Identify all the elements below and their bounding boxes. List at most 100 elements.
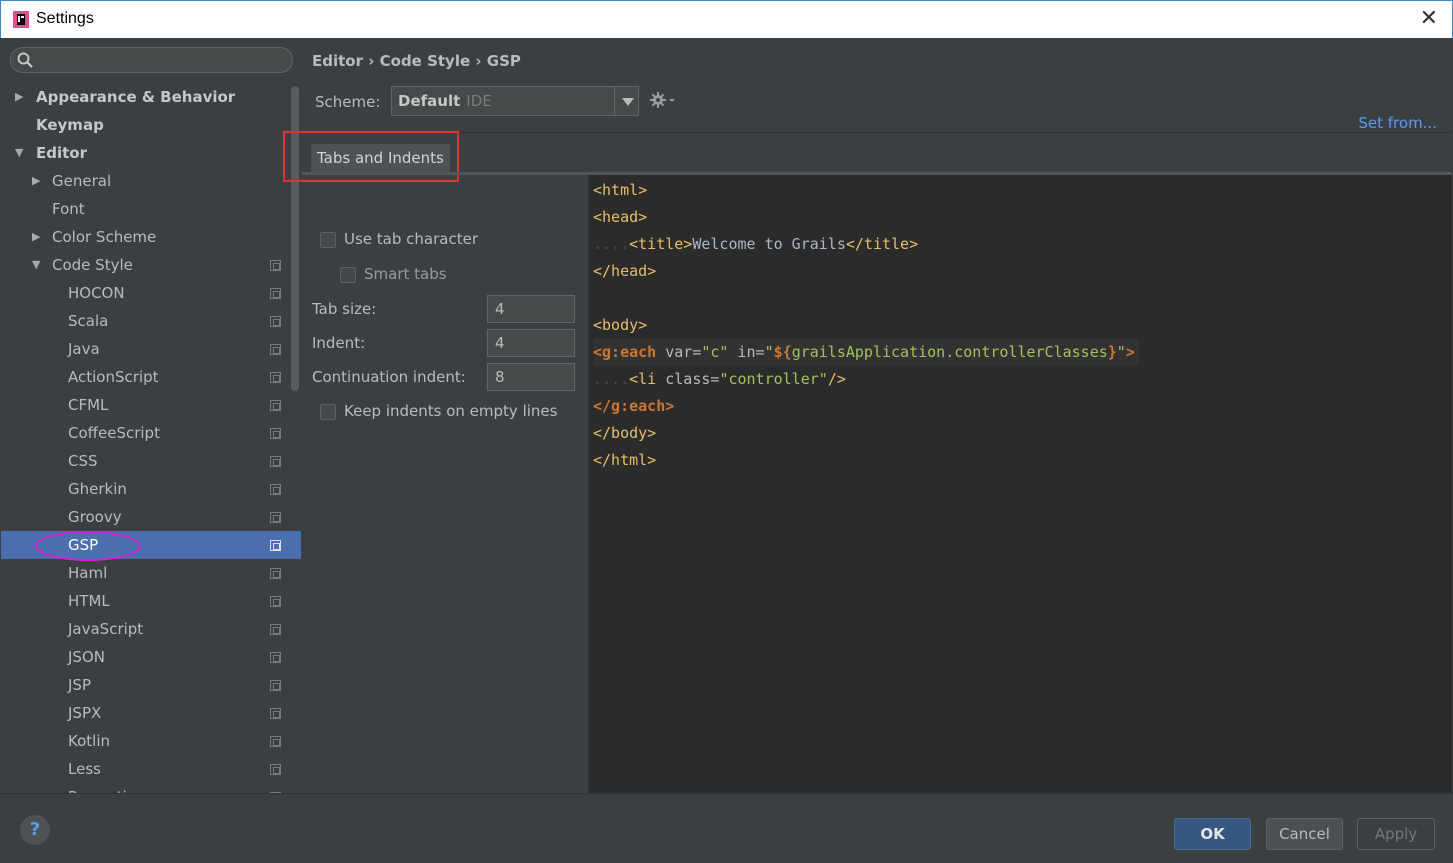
project-scheme-icon	[270, 428, 281, 439]
sidebar-item-label: Less	[68, 760, 101, 778]
sidebar-item-label: Properties	[68, 783, 144, 793]
scheme-label: Scheme:	[315, 93, 381, 111]
sidebar-item[interactable]: Less	[1, 755, 301, 783]
sidebar-item-label: JavaScript	[68, 620, 144, 638]
sidebar-item-label: Kotlin	[68, 732, 110, 750]
keep-indents-checkbox[interactable]	[320, 404, 336, 420]
gear-icon[interactable]	[650, 92, 676, 110]
use-tab-character-label[interactable]: Use tab character	[344, 230, 478, 248]
use-tab-character-checkbox[interactable]	[320, 232, 336, 248]
code-line: </g:each>	[593, 397, 675, 415]
sidebar-item[interactable]: ActionScript	[1, 363, 301, 391]
sidebar-item[interactable]: CoffeeScript	[1, 419, 301, 447]
sidebar-item[interactable]: Kotlin	[1, 727, 301, 755]
code-line: <head>	[593, 208, 648, 226]
code-line: <body>	[593, 316, 648, 334]
set-from-link[interactable]: Set from...	[1358, 114, 1437, 132]
sidebar-item-label: Appearance & Behavior	[36, 88, 236, 106]
project-scheme-icon	[270, 372, 281, 383]
sidebar-item[interactable]: Java	[1, 335, 301, 363]
sidebar-item-label: HOCON	[68, 284, 125, 302]
sidebar-item[interactable]: ▶ Appearance & Behavior	[1, 83, 301, 111]
sidebar-item[interactable]: ▶ General	[1, 167, 301, 195]
project-scheme-icon	[270, 596, 281, 607]
scheme-value: Default IDE	[398, 92, 492, 110]
sidebar-item[interactable]: HTML	[1, 587, 301, 615]
separator	[302, 132, 1452, 133]
window-title: Settings	[36, 10, 94, 27]
smart-tabs-label[interactable]: Smart tabs	[364, 265, 447, 283]
tree-collapsed-icon[interactable]: ▶	[32, 223, 40, 251]
sidebar-item[interactable]: Scala	[1, 307, 301, 335]
smart-tabs-checkbox[interactable]	[340, 267, 356, 283]
sidebar-item-label: JSON	[68, 648, 105, 666]
tree-collapsed-icon[interactable]: ▶	[32, 167, 40, 195]
sidebar-item-label: Editor	[36, 144, 87, 162]
ok-button[interactable]: OK	[1174, 818, 1251, 850]
sidebar-item[interactable]: ▶ Color Scheme	[1, 223, 301, 251]
sidebar-item[interactable]: Haml	[1, 559, 301, 587]
scheme-select[interactable]: Default IDE	[391, 86, 639, 116]
close-icon[interactable]: ✕	[1420, 7, 1438, 31]
sidebar-item-label: Font	[52, 200, 85, 218]
sidebar-item[interactable]: HOCON	[1, 279, 301, 307]
sidebar-item-label: Java	[68, 340, 100, 358]
dialog-footer: ? OK Cancel Apply	[1, 793, 1452, 862]
continuation-indent-field[interactable]: 8	[487, 363, 575, 391]
sidebar-item[interactable]: CFML	[1, 391, 301, 419]
sidebar-item-label: Scala	[68, 312, 109, 330]
sidebar-item[interactable]: ▼ Code Style	[1, 251, 301, 279]
project-scheme-icon	[270, 624, 281, 635]
sidebar-item[interactable]: CSS	[1, 447, 301, 475]
sidebar-item[interactable]: JSPX	[1, 699, 301, 727]
indent-field[interactable]: 4	[487, 329, 575, 357]
sidebar-item[interactable]: JSP	[1, 671, 301, 699]
settings-search-input[interactable]	[10, 47, 293, 73]
sidebar-item-label: CSS	[68, 452, 98, 470]
tree-expanded-icon[interactable]: ▼	[15, 139, 23, 167]
sidebar-item-label: CFML	[68, 396, 109, 414]
options-panel: Use tab character Smart tabs Tab size: 4…	[302, 175, 588, 793]
sidebar-item-label: Gherkin	[68, 480, 127, 498]
code-line: ....<li class="controller"/>	[593, 370, 846, 388]
project-scheme-icon	[270, 316, 281, 327]
sidebar-item[interactable]: Gherkin	[1, 475, 301, 503]
sidebar-item[interactable]: ▼ Editor	[1, 139, 301, 167]
cancel-button[interactable]: Cancel	[1266, 818, 1343, 850]
settings-tree: ▶ Appearance & Behavior Keymap ▼ Editor ▶ Gene…	[1, 83, 301, 793]
intellij-app-icon	[13, 11, 29, 28]
search-icon	[17, 52, 33, 68]
sidebar-item-label: General	[52, 172, 112, 190]
code-line: <g:each var="c" in="${grailsApplication.…	[593, 339, 1139, 366]
sidebar-item[interactable]: Groovy	[1, 503, 301, 531]
sidebar-item[interactable]: JavaScript	[1, 615, 301, 643]
tree-expanded-icon[interactable]: ▼	[32, 251, 40, 279]
tree-collapsed-icon[interactable]: ▶	[15, 83, 23, 111]
code-preview[interactable]: <html> <head> ....<title>Welcome to Grai…	[588, 175, 1452, 793]
continuation-indent-label: Continuation indent:	[312, 368, 466, 386]
sidebar-item-label: Haml	[68, 564, 108, 582]
keep-indents-label[interactable]: Keep indents on empty lines	[344, 402, 557, 420]
chevron-down-icon[interactable]	[614, 87, 638, 115]
project-scheme-icon	[270, 400, 281, 411]
sidebar-item[interactable]: Font	[1, 195, 301, 223]
help-button[interactable]: ?	[20, 815, 50, 845]
project-scheme-icon	[270, 652, 281, 663]
sidebar-item[interactable]: Properties	[1, 783, 301, 793]
project-scheme-icon	[270, 456, 281, 467]
tab-size-field[interactable]: 4	[487, 295, 575, 323]
sidebar-item[interactable]: JSON	[1, 643, 301, 671]
title-bar: Settings ✕	[0, 0, 1453, 38]
project-scheme-icon	[270, 568, 281, 579]
sidebar-item-label: Code Style	[52, 256, 133, 274]
sidebar-item-label: Color Scheme	[52, 228, 157, 246]
sidebar-item[interactable]: Keymap	[1, 111, 301, 139]
apply-button[interactable]: Apply	[1357, 818, 1435, 850]
project-scheme-icon	[270, 708, 281, 719]
code-line: </html>	[593, 451, 657, 469]
breadcrumb: Editor › Code Style › GSP	[312, 52, 521, 70]
project-scheme-icon	[270, 764, 281, 775]
project-scheme-icon	[270, 540, 281, 551]
code-line: ....<title>Welcome to Grails</title>	[593, 235, 919, 253]
indent-label: Indent:	[312, 334, 366, 352]
